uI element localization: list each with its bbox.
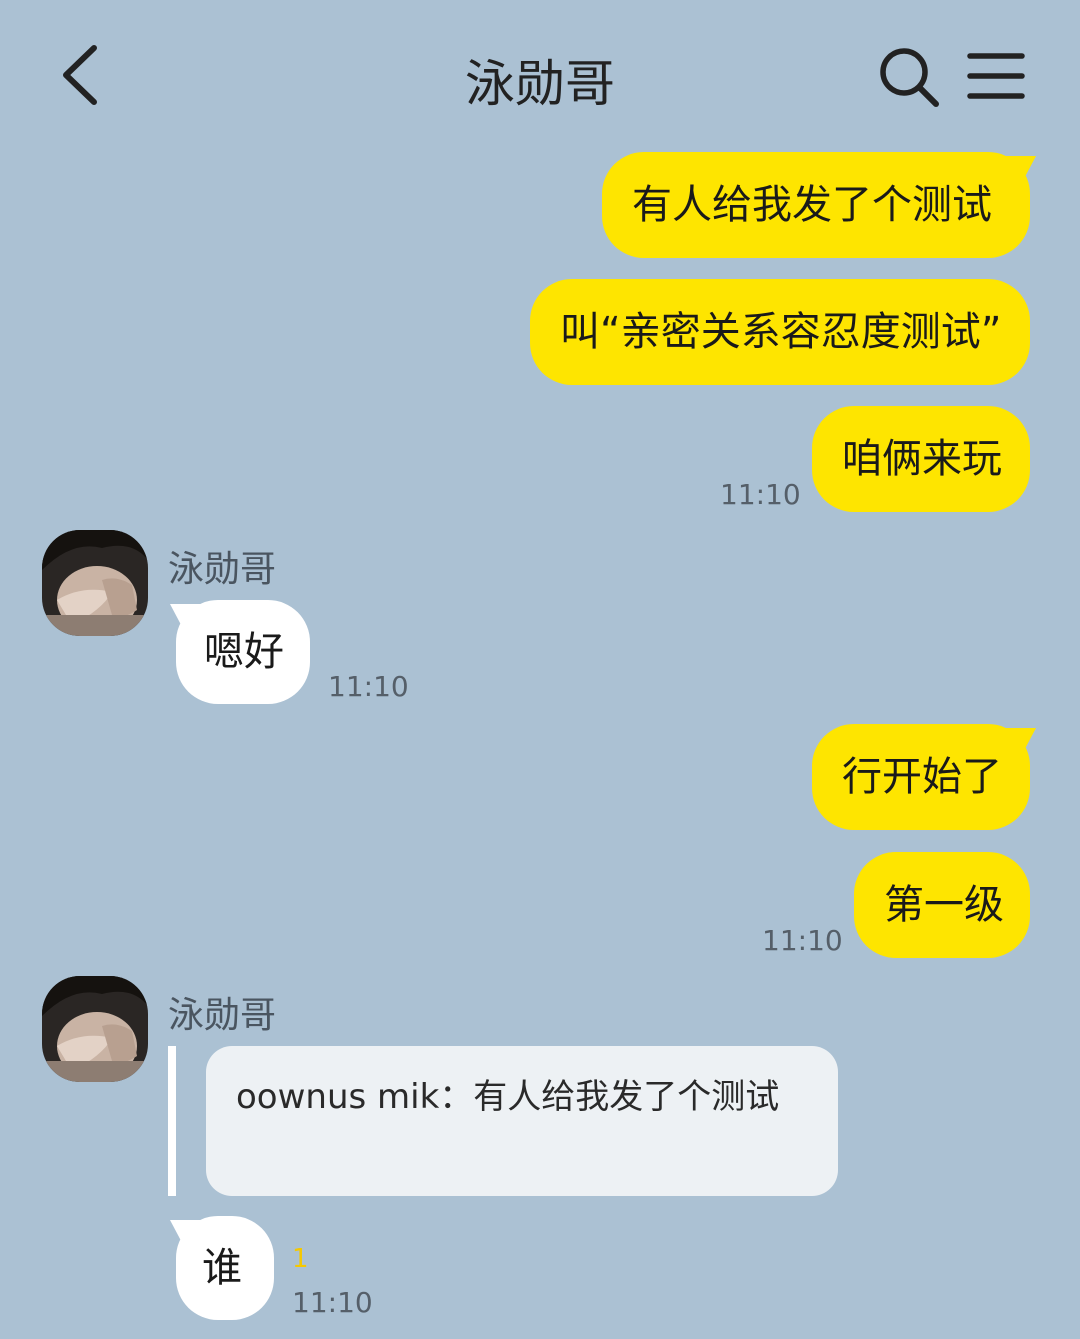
contact-avatar[interactable] <box>42 530 148 636</box>
quoted-message-text: oownus mik：有人给我发了个测试 <box>236 1077 780 1117</box>
bubble-tail <box>1000 156 1036 190</box>
message-timestamp: 11:10 <box>328 670 409 703</box>
quoted-message[interactable]: oownus mik：有人给我发了个测试 <box>206 1046 838 1196</box>
message-text: 有人给我发了个测试 <box>632 182 992 228</box>
bubble-tail <box>1000 728 1036 762</box>
avatar-photo <box>42 976 148 1082</box>
avatar-photo <box>42 530 148 636</box>
my-message-bubble[interactable]: 有人给我发了个测试 <box>602 152 1030 258</box>
message-timestamp: 11:10 <box>292 1286 373 1319</box>
sender-name: 泳勋哥 <box>168 549 277 590</box>
message-text: 谁 <box>202 1245 242 1291</box>
message-text: 咱俩来玩 <box>842 436 1002 482</box>
menu-icon[interactable] <box>966 50 1026 102</box>
my-message-bubble[interactable]: 咱俩来玩 <box>812 406 1030 512</box>
unread-count: 1 <box>292 1244 309 1274</box>
message-text: 第一级 <box>884 882 1004 928</box>
my-message-bubble[interactable]: 叫“亲密关系容忍度测试” <box>530 279 1030 385</box>
my-message-bubble[interactable]: 行开始了 <box>812 724 1030 830</box>
contact-message-bubble[interactable]: 谁 <box>176 1216 274 1320</box>
message-text: 行开始了 <box>842 754 1002 800</box>
message-timestamp: 11:10 <box>720 478 801 511</box>
contact-avatar[interactable] <box>42 976 148 1082</box>
message-text: 嗯好 <box>204 629 284 675</box>
message-text: 叫“亲密关系容忍度测试” <box>560 309 1002 355</box>
sender-name: 泳勋哥 <box>168 995 277 1036</box>
reply-quote-bar <box>168 1046 176 1196</box>
search-icon[interactable] <box>876 44 942 110</box>
my-message-bubble[interactable]: 第一级 <box>854 852 1030 958</box>
contact-message-bubble[interactable]: 嗯好 <box>176 600 310 704</box>
message-timestamp: 11:10 <box>762 924 843 957</box>
